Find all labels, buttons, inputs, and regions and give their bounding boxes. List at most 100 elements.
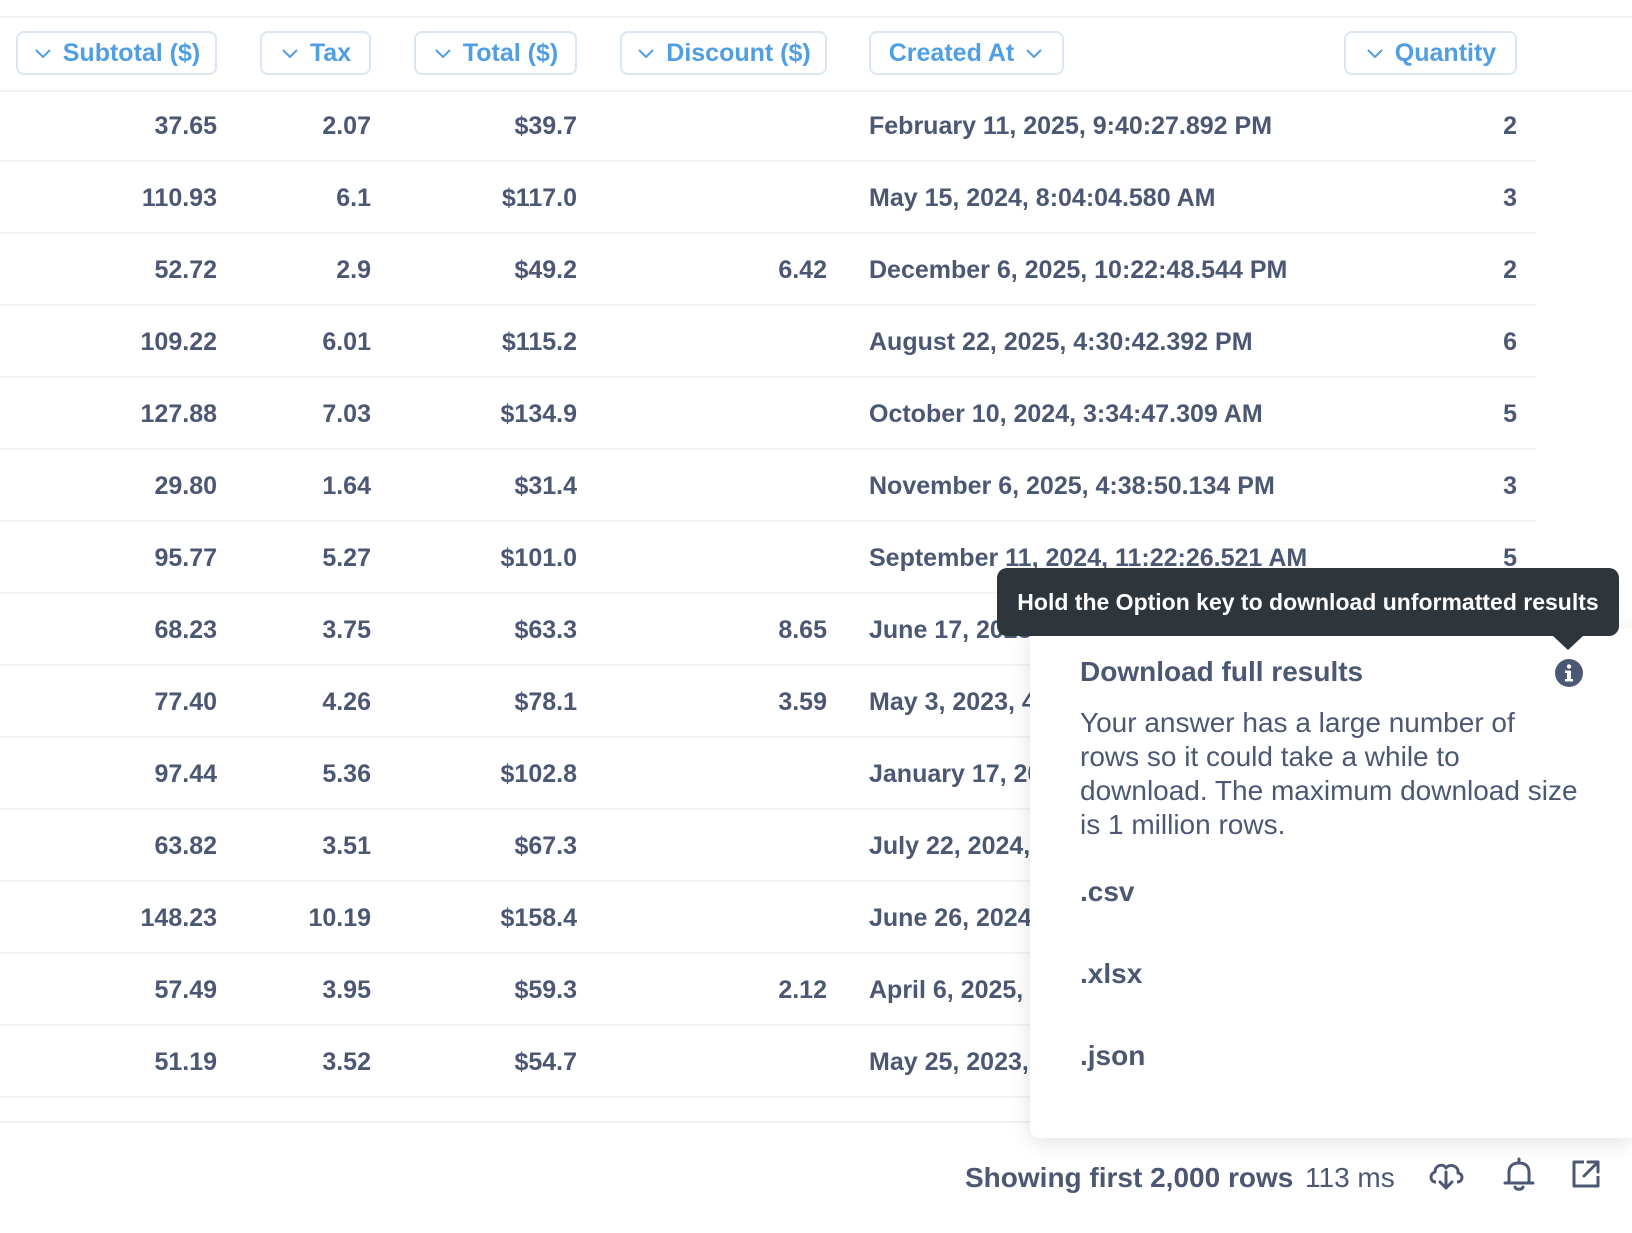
cell-discount: [600, 738, 827, 810]
info-icon[interactable]: [1554, 658, 1584, 688]
column-header-created-at[interactable]: Created At: [869, 31, 1064, 75]
column-header-quantity[interactable]: Quantity: [1344, 31, 1517, 75]
cell-discount: 2.12: [778, 976, 827, 1004]
cell-subtotal: 37.65: [154, 112, 217, 140]
cell-quantity: 5: [1503, 400, 1517, 428]
query-timing: 113 ms: [1305, 1162, 1395, 1193]
cell-total: $59.3: [514, 976, 577, 1004]
cell-discount: [600, 306, 827, 378]
table-row[interactable]: 109.22 6.01 $115.2 August 22, 2025, 4:30…: [0, 306, 1632, 378]
cell-total: $134.9: [500, 400, 577, 428]
cell-created-at: February 11, 2025, 9:40:27.892 PM: [869, 112, 1273, 140]
cell-subtotal: 68.23: [154, 616, 217, 644]
cell-subtotal: 148.23: [140, 904, 217, 932]
option-key-tooltip: Hold the Option key to download unformat…: [997, 568, 1619, 636]
cell-discount: [600, 882, 827, 954]
cell-created-at: December 6, 2025, 10:22:48.544 PM: [869, 256, 1288, 284]
cell-discount: [600, 522, 827, 594]
cell-subtotal: 52.72: [154, 256, 217, 284]
column-header-label: Discount ($): [666, 38, 811, 67]
chevron-down-icon: [636, 43, 656, 63]
column-header-label: Tax: [309, 38, 352, 67]
cell-total: $78.1: [514, 688, 577, 716]
table-row[interactable]: 52.72 2.9 $49.2 6.42 December 6, 2025, 1…: [0, 234, 1632, 306]
cell-subtotal: 95.77: [154, 544, 217, 572]
cell-tax: 5.36: [322, 760, 371, 788]
cell-total: $31.4: [514, 472, 577, 500]
download-icon[interactable]: [1426, 1154, 1466, 1194]
share-icon[interactable]: [1566, 1154, 1606, 1194]
cell-tax: 2.07: [322, 112, 371, 140]
cell-total: $158.4: [500, 904, 577, 932]
cell-tax: 2.9: [336, 256, 371, 284]
cell-discount: [600, 810, 827, 882]
cell-subtotal: 127.88: [140, 400, 217, 428]
cell-total: $49.2: [514, 256, 577, 284]
cell-total: $102.8: [500, 760, 577, 788]
cell-total: $39.7: [514, 112, 577, 140]
column-header-label: Created At: [888, 38, 1015, 67]
cell-tax: 10.19: [308, 904, 371, 932]
cell-tax: 6.1: [336, 184, 371, 212]
popover-description: Your answer has a large number of rows s…: [1080, 707, 1578, 840]
cell-tax: 1.64: [322, 472, 371, 500]
cell-quantity: 2: [1503, 112, 1517, 140]
cell-discount: 6.42: [778, 256, 827, 284]
cell-discount: [600, 1026, 827, 1098]
cell-total: $54.7: [514, 1048, 577, 1076]
row-count-label: Showing first 2,000 rows: [965, 1162, 1294, 1193]
cell-created-at: May 15, 2024, 8:04:04.580 AM: [869, 184, 1216, 212]
column-header-label: Quantity: [1394, 38, 1497, 67]
cell-quantity: 3: [1503, 184, 1517, 212]
column-header-label: Total ($): [462, 38, 559, 67]
chevron-down-icon: [280, 43, 300, 63]
cell-subtotal: 57.49: [154, 976, 217, 1004]
table-header: Subtotal ($) Tax Total ($) Discount ($) …: [0, 18, 1632, 92]
download-json-option[interactable]: .json: [1080, 1040, 1200, 1072]
cell-subtotal: 63.82: [154, 832, 217, 860]
download-popover: Download full results Your answer has a …: [1030, 628, 1632, 1138]
download-csv-option[interactable]: .csv: [1080, 876, 1200, 908]
column-header-subtotal[interactable]: Subtotal ($): [16, 31, 217, 75]
tooltip-arrow: [1553, 636, 1583, 650]
table-row[interactable]: 29.80 1.64 $31.4 November 6, 2025, 4:38:…: [0, 450, 1632, 522]
popover-title: Download full results: [1080, 656, 1364, 687]
download-xlsx-option[interactable]: .xlsx: [1080, 958, 1200, 990]
cell-tax: 5.27: [322, 544, 371, 572]
cell-tax: 3.51: [322, 832, 371, 860]
table-row[interactable]: 110.93 6.1 $117.0 May 15, 2024, 8:04:04.…: [0, 162, 1632, 234]
table-row[interactable]: 37.65 2.07 $39.7 February 11, 2025, 9:40…: [0, 90, 1632, 162]
chevron-down-icon: [1024, 43, 1044, 63]
cell-subtotal: 110.93: [141, 184, 217, 212]
cell-quantity: 2: [1503, 256, 1517, 284]
cell-total: $115.2: [501, 328, 577, 356]
cell-tax: 7.03: [322, 400, 371, 428]
cell-created-at: October 10, 2024, 3:34:47.309 AM: [869, 400, 1263, 428]
cell-subtotal: 51.19: [154, 1048, 217, 1076]
cell-subtotal: 29.80: [154, 472, 217, 500]
cell-tax: 3.95: [322, 976, 371, 1004]
cell-created-at: August 22, 2025, 4:30:42.392 PM: [869, 328, 1253, 356]
cell-subtotal: 109.22: [140, 328, 217, 356]
chevron-down-icon: [1365, 43, 1385, 63]
cell-tax: 3.52: [322, 1048, 371, 1076]
chevron-down-icon: [433, 43, 453, 63]
column-header-discount[interactable]: Discount ($): [620, 31, 827, 75]
cell-total: $63.3: [514, 616, 577, 644]
cell-discount: [600, 450, 827, 522]
cell-subtotal: 97.44: [154, 760, 217, 788]
cell-created-at: November 6, 2025, 4:38:50.134 PM: [869, 472, 1275, 500]
chevron-down-icon: [33, 43, 53, 63]
cell-quantity: 6: [1503, 328, 1517, 356]
cell-tax: 3.75: [322, 616, 371, 644]
column-header-tax[interactable]: Tax: [260, 31, 371, 75]
cell-discount: [600, 378, 827, 450]
cell-discount: [600, 162, 827, 234]
column-header-total[interactable]: Total ($): [414, 31, 577, 75]
cell-total: $67.3: [514, 832, 577, 860]
bell-icon[interactable]: [1499, 1154, 1539, 1194]
cell-subtotal: 77.40: [154, 688, 217, 716]
cell-total: $117.0: [501, 184, 577, 212]
cell-discount: [600, 90, 827, 162]
table-row[interactable]: 127.88 7.03 $134.9 October 10, 2024, 3:3…: [0, 378, 1632, 450]
